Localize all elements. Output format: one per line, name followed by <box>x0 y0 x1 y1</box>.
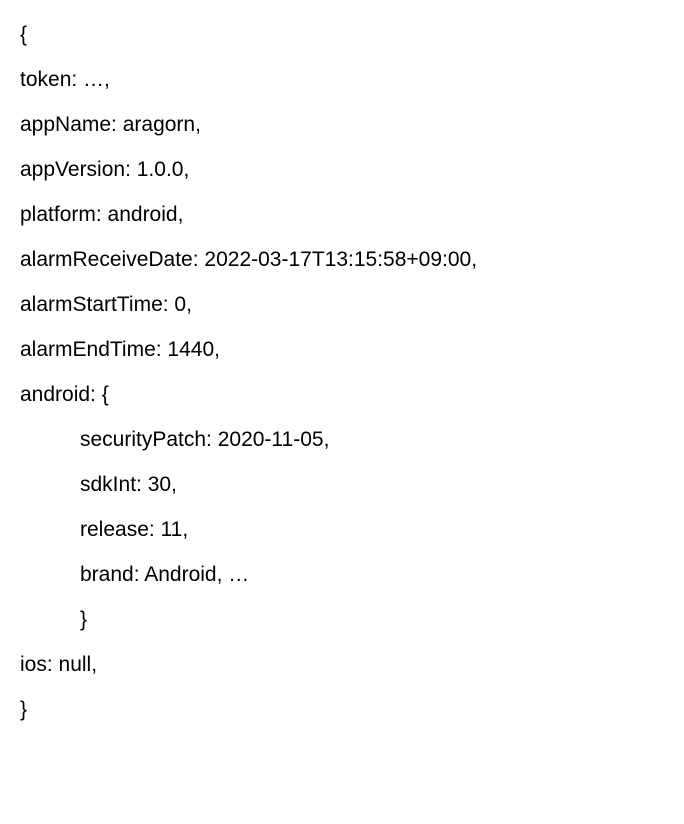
code-line: appVersion: 1.0.0, <box>20 159 664 180</box>
code-line: } <box>20 699 664 720</box>
code-line: securityPatch: 2020-11-05, <box>20 429 664 450</box>
code-line: alarmEndTime: 1440, <box>20 339 664 360</box>
code-line: alarmStartTime: 0, <box>20 294 664 315</box>
code-line: token: …, <box>20 69 664 90</box>
code-line: brand: Android, … <box>20 564 664 585</box>
code-line: release: 11, <box>20 519 664 540</box>
code-line: alarmReceiveDate: 2022-03-17T13:15:58+09… <box>20 249 664 270</box>
code-line: platform: android, <box>20 204 664 225</box>
code-line: appName: aragorn, <box>20 114 664 135</box>
code-line: { <box>20 24 664 45</box>
code-line: sdkInt: 30, <box>20 474 664 495</box>
code-line: ios: null, <box>20 654 664 675</box>
code-line: android: { <box>20 384 664 405</box>
code-line: } <box>20 609 664 630</box>
